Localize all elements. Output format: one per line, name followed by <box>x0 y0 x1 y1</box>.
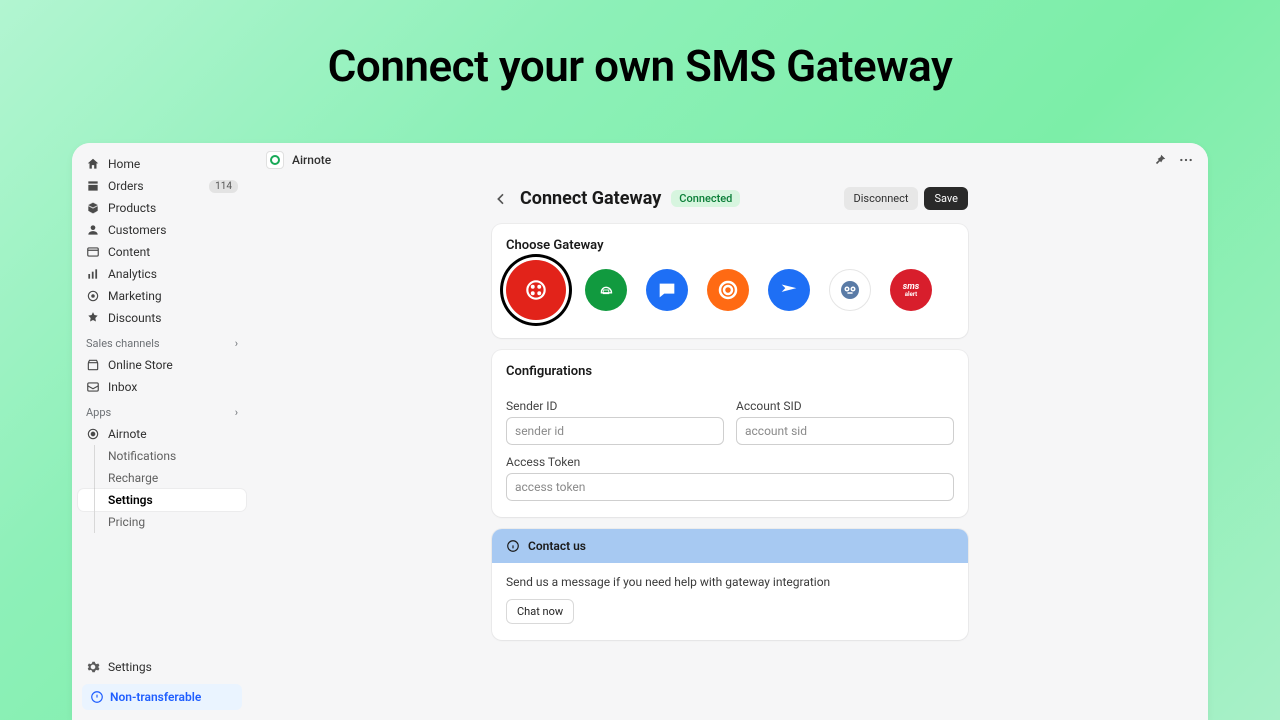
chevron-right-icon[interactable]: › <box>235 337 238 350</box>
sub-recharge[interactable]: Recharge <box>78 467 246 489</box>
nav-label: Orders <box>108 179 201 193</box>
gateway-option-3[interactable] <box>646 269 688 311</box>
nav-discounts[interactable]: Discounts <box>78 307 246 329</box>
sender-id-label: Sender ID <box>506 399 724 413</box>
gateway-option-4[interactable] <box>707 269 749 311</box>
nav-label: Inbox <box>108 380 238 394</box>
orders-icon <box>86 179 100 193</box>
nav-home[interactable]: Home <box>78 153 246 175</box>
nav-analytics[interactable]: Analytics <box>78 263 246 285</box>
access-token-label: Access Token <box>506 455 954 469</box>
nav-label: Customers <box>108 223 238 237</box>
inbox-icon <box>86 380 100 394</box>
more-icon[interactable] <box>1178 152 1194 168</box>
status-badge: Connected <box>671 190 740 207</box>
products-icon <box>86 201 100 215</box>
app-logo <box>266 151 284 169</box>
nav-online-store[interactable]: Online Store <box>78 354 246 376</box>
gateway-card: Choose Gateway <box>492 224 968 338</box>
nav-app-airnote[interactable]: Airnote <box>78 423 246 445</box>
nav-content[interactable]: Content <box>78 241 246 263</box>
gateway-card-title: Choose Gateway <box>492 224 968 263</box>
nav-label: Home <box>108 157 238 171</box>
config-card: Configurations Sender ID Account SID <box>492 350 968 517</box>
gear-icon <box>86 660 100 674</box>
sub-pricing[interactable]: Pricing <box>78 511 246 533</box>
config-card-title: Configurations <box>492 350 968 389</box>
page: Connect Gateway Connected Disconnect Sav… <box>492 177 968 700</box>
page-header: Connect Gateway Connected Disconnect Sav… <box>492 187 968 210</box>
sub-notifications[interactable]: Notifications <box>78 445 246 467</box>
topbar: Airnote <box>252 143 1208 177</box>
contact-text: Send us a message if you need help with … <box>506 575 954 589</box>
home-icon <box>86 157 100 171</box>
non-transferable-banner[interactable]: Non-transferable <box>82 684 242 710</box>
marketing-icon <box>86 289 100 303</box>
gateway-option-smsalert[interactable]: smsalert <box>890 269 932 311</box>
nav-orders[interactable]: Orders 114 <box>78 175 246 197</box>
nav-label: Settings <box>108 660 238 674</box>
main: Airnote Connect Gateway Connected Discon… <box>252 143 1208 720</box>
sender-id-field: Sender ID <box>506 399 724 445</box>
nav-label: Analytics <box>108 267 238 281</box>
chevron-right-icon[interactable]: › <box>235 406 238 419</box>
pin-icon[interactable] <box>1152 152 1168 168</box>
gateway-option-2[interactable] <box>585 269 627 311</box>
contact-banner: Contact us <box>492 529 968 563</box>
chat-now-button[interactable]: Chat now <box>506 599 574 624</box>
gateway-option-5[interactable] <box>768 269 810 311</box>
nav-marketing[interactable]: Marketing <box>78 285 246 307</box>
back-button[interactable] <box>492 190 510 208</box>
apps-header: Apps › <box>78 398 246 423</box>
info-icon <box>506 539 520 553</box>
account-sid-field: Account SID <box>736 399 954 445</box>
nav-customers[interactable]: Customers <box>78 219 246 241</box>
nav-label: Discounts <box>108 311 238 325</box>
hero-title: Connect your own SMS Gateway <box>0 0 1280 92</box>
sender-id-input[interactable] <box>506 417 724 445</box>
sub-settings[interactable]: Settings <box>78 489 246 511</box>
contact-card: Contact us Send us a message if you need… <box>492 529 968 640</box>
customers-icon <box>86 223 100 237</box>
save-button[interactable]: Save <box>924 187 968 210</box>
account-sid-input[interactable] <box>736 417 954 445</box>
nav-label: Products <box>108 201 238 215</box>
nav-settings[interactable]: Settings <box>78 656 246 678</box>
store-icon <box>86 358 100 372</box>
account-sid-label: Account SID <box>736 399 954 413</box>
nav-label: Content <box>108 245 238 259</box>
sales-channels-header: Sales channels › <box>78 329 246 354</box>
app-name: Airnote <box>292 153 331 167</box>
analytics-icon <box>86 267 100 281</box>
discounts-icon <box>86 311 100 325</box>
app-icon <box>86 427 100 441</box>
sidebar: Home Orders 114 Products Customers Conte… <box>72 143 252 720</box>
info-icon <box>90 690 104 704</box>
access-token-field: Access Token <box>506 455 954 501</box>
app-window: Home Orders 114 Products Customers Conte… <box>72 143 1208 720</box>
gateway-twilio[interactable] <box>506 260 566 320</box>
page-title: Connect Gateway <box>520 188 661 209</box>
orders-badge: 114 <box>209 180 238 193</box>
access-token-input[interactable] <box>506 473 954 501</box>
nav-label: Marketing <box>108 289 238 303</box>
gateway-option-6[interactable] <box>829 269 871 311</box>
nav-products[interactable]: Products <box>78 197 246 219</box>
content-icon <box>86 245 100 259</box>
nav-label: Airnote <box>108 427 238 441</box>
disconnect-button[interactable]: Disconnect <box>844 187 919 210</box>
nav-inbox[interactable]: Inbox <box>78 376 246 398</box>
nav-label: Online Store <box>108 358 238 372</box>
